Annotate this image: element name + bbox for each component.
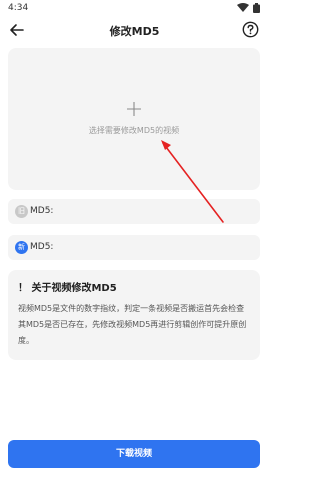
old-md5-label: MD5: [30, 206, 54, 216]
status-time: 4:34 [8, 3, 29, 13]
wifi-icon [237, 3, 249, 12]
plus-icon [127, 102, 141, 116]
video-picker[interactable]: 选择需要修改MD5的视频 [8, 48, 260, 190]
new-md5-label: MD5: [30, 242, 54, 252]
old-md5-row: 旧 MD5: [8, 199, 260, 224]
battery-icon [253, 3, 260, 13]
old-badge: 旧 [15, 205, 28, 218]
app-bar: 修改MD5 [0, 16, 269, 44]
status-icons [237, 3, 261, 13]
picker-hint: 选择需要修改MD5的视频 [88, 126, 180, 135]
page-title: 修改MD5 [109, 25, 160, 38]
download-button[interactable]: 下载视频 [8, 440, 260, 468]
info-body: 视频MD5是文件的数字指纹，判定一条视频是否搬运首先会检查其MD5是否已存在，先… [18, 304, 247, 345]
help-button[interactable] [242, 21, 259, 38]
new-badge: 新 [15, 241, 28, 254]
info-card: ！ 关于视频修改MD5 视频MD5是文件的数字指纹，判定一条视频是否搬运首先会检… [8, 270, 260, 360]
status-bar: 4:34 [0, 0, 269, 16]
question-icon [242, 21, 259, 38]
info-title: ！ 关于视频修改MD5 [18, 283, 117, 294]
new-md5-row: 新 MD5: [8, 235, 260, 260]
